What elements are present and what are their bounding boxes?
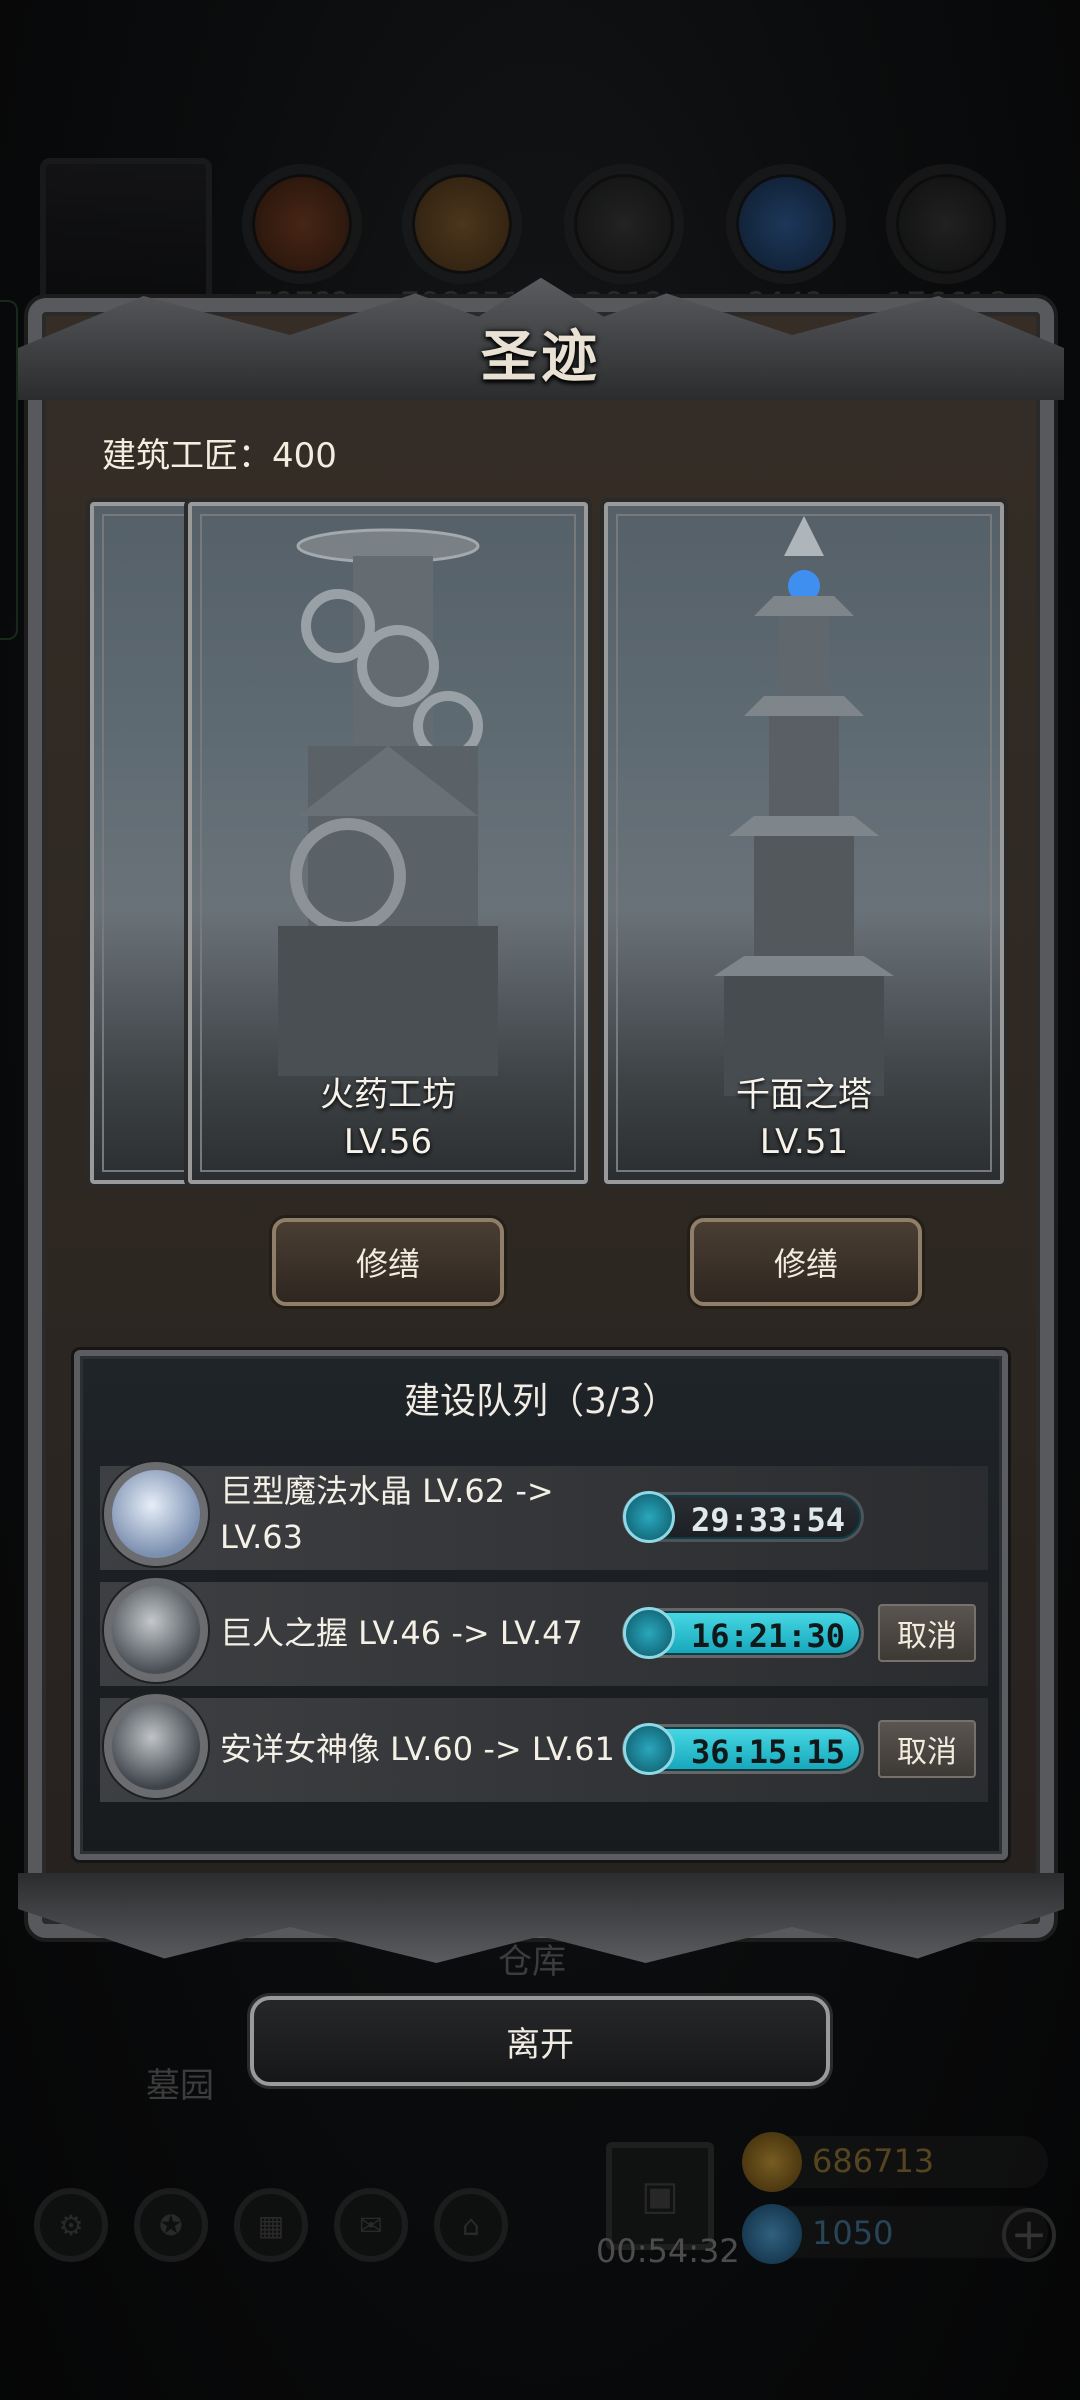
timer-text: 36:15:15: [690, 1733, 846, 1771]
building-card-gunpowder-workshop[interactable]: 火药工坊 LV.56: [188, 502, 588, 1184]
progress-timer: 29:33:54: [622, 1491, 864, 1543]
repair-button-tower-of-faces[interactable]: 修缮: [690, 1218, 922, 1306]
queue-item-text: 巨型魔法水晶 LV.62 ->: [220, 1472, 554, 1510]
sanctuary-dialog: 圣迹 建筑工匠：400 火药工坊 LV.56 千面之塔 LV.51 修缮 修缮 …: [18, 277, 1064, 1963]
progress-timer: 36:15:15: [622, 1723, 864, 1775]
goddess-statue-icon: [104, 1694, 208, 1798]
queue-item: 安详女神像 LV.60 -> LV.61 36:15:15 取消: [100, 1694, 988, 1802]
queue-item: 巨型魔法水晶 LV.62 -> LV.63 29:33:54: [100, 1462, 988, 1570]
cancel-button[interactable]: 取消: [878, 1720, 976, 1778]
building-level: LV.56: [343, 1122, 433, 1162]
queue-item-text: 巨人之握 LV.46 -> LV.47: [220, 1614, 583, 1652]
progress-timer: 16:21:30: [622, 1607, 864, 1659]
builders-count: 建筑工匠：400: [102, 436, 337, 476]
clock-icon: [623, 1491, 675, 1543]
building-name: 火药工坊: [320, 1075, 456, 1115]
construction-queue: 建设队列（3/3） 巨型魔法水晶 LV.62 -> LV.63 29:33:54…: [74, 1350, 1008, 1860]
magic-crystal-icon: [104, 1462, 208, 1566]
gunpowder-workshop-image: [278, 528, 498, 1076]
leave-button[interactable]: 离开: [250, 1996, 830, 2086]
building-level: LV.51: [759, 1122, 849, 1162]
repair-button-gunpowder-workshop[interactable]: 修缮: [272, 1218, 504, 1306]
timer-text: 29:33:54: [690, 1501, 846, 1539]
clock-icon: [623, 1607, 675, 1659]
cancel-button[interactable]: 取消: [878, 1604, 976, 1662]
tower-of-faces-image: [714, 516, 894, 1096]
building-card-tower-of-faces[interactable]: 千面之塔 LV.51: [604, 502, 1004, 1184]
queue-item-text-line2: LV.63: [220, 1518, 303, 1556]
queue-item: 巨人之握 LV.46 -> LV.47 16:21:30 取消: [100, 1578, 988, 1686]
queue-title: 建设队列（3/3）: [404, 1381, 678, 1422]
dialog-title: 圣迹: [481, 324, 601, 390]
building-name: 千面之塔: [736, 1075, 872, 1115]
building-card-partial[interactable]: [90, 502, 200, 1184]
timer-text: 16:21:30: [690, 1617, 846, 1655]
clock-icon: [623, 1723, 675, 1775]
queue-item-text: 安详女神像 LV.60 -> LV.61: [220, 1730, 615, 1768]
giant-grip-icon: [104, 1578, 208, 1682]
